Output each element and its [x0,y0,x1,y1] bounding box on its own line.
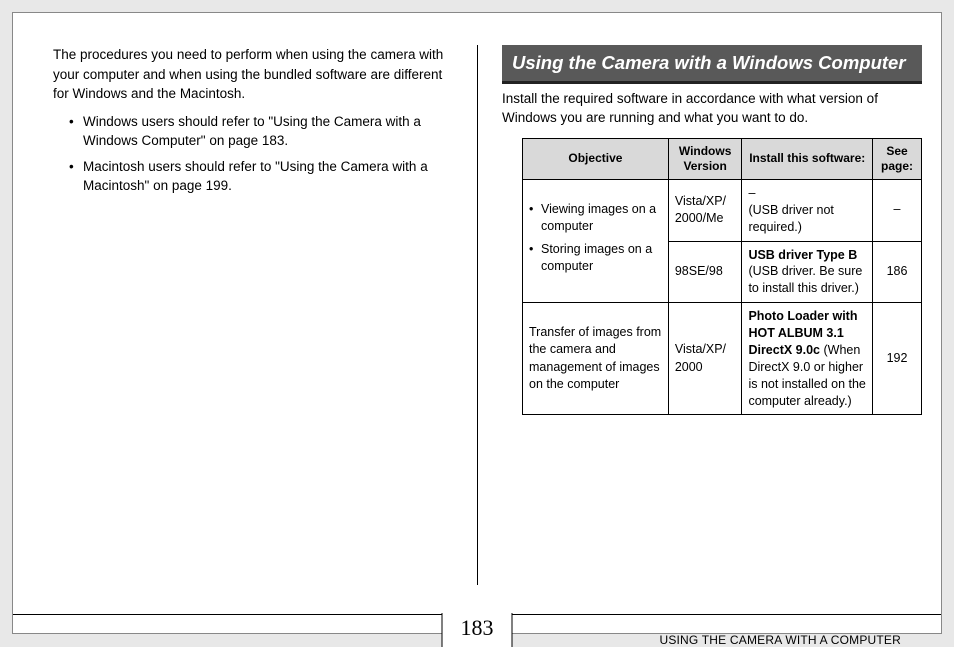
page-number: 183 [442,613,513,647]
right-intro: Install the required software in accorda… [502,90,922,128]
software-bold: DirectX 9.0c [748,343,820,357]
cell-page: – [873,179,922,241]
two-column-layout: The procedures you need to perform when … [53,45,901,565]
table-row: Transfer of images from the camera and m… [523,303,922,415]
software-table: Objective Windows Version Install this s… [522,138,922,416]
cell-version: Vista/XP/ 2000 [668,303,742,415]
cell-objective-transfer: Transfer of images from the camera and m… [523,303,669,415]
cell-software: – (USB driver not required.) [742,179,873,241]
th-page: See page: [873,138,922,179]
software-note: (USB driver not required.) [748,203,833,234]
software-bold: Photo Loader with HOT ALBUM 3.1 [748,309,857,340]
th-software: Install this software: [742,138,873,179]
page-footer: 183 USING THE CAMERA WITH A COMPUTER [13,614,941,621]
th-objective: Objective [523,138,669,179]
cell-version: Vista/XP/ 2000/Me [668,179,742,241]
table-header-row: Objective Windows Version Install this s… [523,138,922,179]
software-dash: – [748,186,755,200]
obj-item: Viewing images on a computer [529,201,662,235]
cell-page: 192 [873,303,922,415]
cell-page: 186 [873,241,922,303]
section-title: Using the Camera with a Windows Computer [502,45,922,84]
document-page: The procedures you need to perform when … [12,12,942,634]
right-column: Using the Camera with a Windows Computer… [502,45,922,565]
table-row: Viewing images on a computer Storing ima… [523,179,922,241]
software-bold: USB driver Type B [748,248,857,262]
software-note: (USB driver. Be sure to install this dri… [748,264,862,295]
bullet-macintosh: Macintosh users should refer to "Using t… [69,157,453,196]
cell-software: USB driver Type B (USB driver. Be sure t… [742,241,873,303]
running-title: USING THE CAMERA WITH A COMPUTER [659,633,901,647]
cell-objective-viewing-storing: Viewing images on a computer Storing ima… [523,179,669,302]
platform-bullet-list: Windows users should refer to "Using the… [69,112,453,196]
left-column: The procedures you need to perform when … [53,45,453,565]
cell-version: 98SE/98 [668,241,742,303]
th-version: Windows Version [668,138,742,179]
cell-software: Photo Loader with HOT ALBUM 3.1 DirectX … [742,303,873,415]
obj-item: Storing images on a computer [529,241,662,275]
intro-paragraph: The procedures you need to perform when … [53,45,453,104]
column-divider [477,45,478,585]
bullet-windows: Windows users should refer to "Using the… [69,112,453,151]
